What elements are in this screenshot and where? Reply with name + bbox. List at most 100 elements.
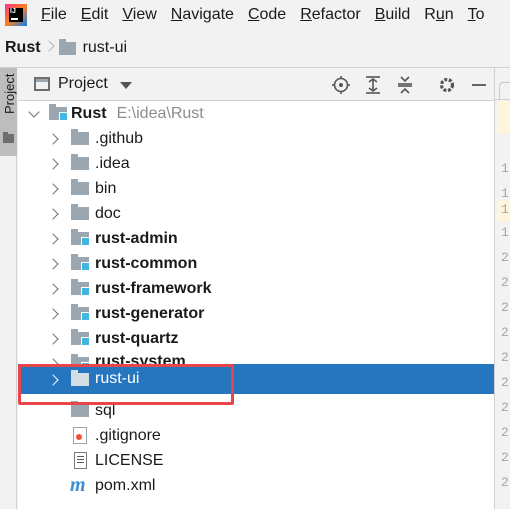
line-number: 2 xyxy=(501,300,509,315)
tree-item-doc[interactable]: doc xyxy=(18,201,494,226)
folder-icon xyxy=(71,179,89,195)
maven-icon: m xyxy=(70,474,86,496)
module-folder-icon xyxy=(71,329,90,346)
menu-tools[interactable]: To xyxy=(468,6,485,24)
tree-item-idea[interactable]: .idea xyxy=(18,151,494,176)
line-number: 2 xyxy=(501,475,509,490)
menu-view[interactable]: View xyxy=(122,6,156,24)
tree-item-pom[interactable]: m pom.xml xyxy=(18,473,494,498)
expand-all-icon[interactable] xyxy=(363,75,383,95)
path-hint: E:\idea\Rust xyxy=(116,104,204,122)
tree-item-github[interactable]: .github xyxy=(18,126,494,151)
module-folder-icon xyxy=(49,104,68,121)
module-folder-icon xyxy=(71,254,90,271)
menu-refactor[interactable]: Refactor xyxy=(300,6,360,24)
folder-icon xyxy=(71,204,89,220)
tree-item-rust-admin[interactable]: rust-admin xyxy=(18,226,494,251)
project-tool-tab-label: Project xyxy=(2,74,17,115)
chevron-right-icon xyxy=(45,39,53,57)
menu-code[interactable]: Code xyxy=(248,6,286,24)
editor-gutter: 1 1 1 1 2 2 2 2 2 2 2 2 2 2 xyxy=(495,68,510,509)
tree-item-label: rust-common xyxy=(95,254,198,272)
chevron-down-icon[interactable] xyxy=(29,109,38,118)
tree-item-label: bin xyxy=(95,179,117,197)
locate-icon[interactable] xyxy=(331,75,351,95)
line-number: 2 xyxy=(501,350,509,365)
tree-item-bin[interactable]: bin xyxy=(18,176,494,201)
tree-item-label: rust-quartz xyxy=(95,329,179,347)
folder-icon xyxy=(71,154,89,170)
folder-icon xyxy=(71,129,89,145)
chevron-right-icon[interactable] xyxy=(49,184,58,193)
tree-item-rust-framework[interactable]: rust-framework xyxy=(18,276,494,301)
breadcrumb-current[interactable]: rust-ui xyxy=(83,39,127,57)
annotation-highlight-box xyxy=(18,364,234,405)
tree-item-license[interactable]: LICENSE xyxy=(18,448,494,473)
tree-item-label: rust-system xyxy=(95,353,186,364)
line-number: 2 xyxy=(501,375,509,390)
tree-item-label: Rust E:\idea\Rust xyxy=(71,104,204,122)
intellij-logo-icon: IJ xyxy=(5,3,27,26)
module-folder-icon xyxy=(71,304,90,321)
chevron-right-icon[interactable] xyxy=(49,334,58,343)
tree-item-rust[interactable]: Rust E:\idea\Rust xyxy=(18,101,494,126)
line-number: 1 xyxy=(501,225,509,240)
chevron-right-icon[interactable] xyxy=(49,259,58,268)
chevron-right-icon[interactable] xyxy=(49,209,58,218)
editor-tab-area xyxy=(495,68,510,100)
line-number: 2 xyxy=(501,450,509,465)
tree-item-gitignore[interactable]: .gitignore xyxy=(18,423,494,448)
line-number: 2 xyxy=(501,250,509,265)
left-tool-strip: Project xyxy=(0,68,17,509)
tree-item-label: pom.xml xyxy=(95,476,156,494)
text-file-icon xyxy=(74,452,87,469)
tree-item-label: LICENSE xyxy=(95,451,164,469)
project-tree: Rust E:\idea\Rust .github .idea bin doc r… xyxy=(18,101,494,509)
menu-file[interactable]: File xyxy=(41,6,67,24)
folder-icon xyxy=(71,401,89,417)
tree-item-rust-generator[interactable]: rust-generator xyxy=(18,301,494,326)
chevron-right-icon[interactable] xyxy=(49,284,58,293)
tree-item-rust-quartz[interactable]: rust-quartz xyxy=(18,326,494,351)
editor-tab[interactable] xyxy=(499,82,510,100)
collapse-all-icon[interactable] xyxy=(395,75,415,95)
tree-item-label: .idea xyxy=(95,154,130,172)
chevron-down-icon[interactable] xyxy=(119,81,132,89)
editor-warning-strip xyxy=(497,101,510,134)
tree-item-rust-common[interactable]: rust-common xyxy=(18,251,494,276)
tree-item-rust-system[interactable]: rust-system xyxy=(18,351,494,364)
menu-build[interactable]: Build xyxy=(375,6,411,24)
line-number: 2 xyxy=(501,325,509,340)
panel-title[interactable]: Project xyxy=(58,75,108,93)
tree-item-label: .gitignore xyxy=(95,426,161,444)
breadcrumb-root[interactable]: Rust xyxy=(5,39,41,57)
module-folder-icon xyxy=(71,279,90,296)
line-number: 1 xyxy=(501,186,509,201)
menu-bar: IJ File Edit View Navigate Code Refactor… xyxy=(0,0,510,29)
tree-item-label: rust-generator xyxy=(95,304,205,322)
module-folder-icon xyxy=(71,354,90,364)
tree-item-label: rust-framework xyxy=(95,279,212,297)
module-folder-icon xyxy=(71,229,90,246)
tree-item-label: rust-admin xyxy=(95,229,178,247)
chevron-right-icon[interactable] xyxy=(49,134,58,143)
git-file-icon xyxy=(73,427,87,444)
tree-item-label: .github xyxy=(95,129,144,147)
breadcrumb: Rust rust-ui xyxy=(0,33,127,63)
project-tool-tab[interactable]: Project xyxy=(0,68,17,156)
project-panel: Project Rust E:\idea\Rust .github .idea … xyxy=(18,68,494,509)
chevron-right-icon[interactable] xyxy=(49,234,58,243)
project-view-icon xyxy=(34,77,50,91)
chevron-right-icon[interactable] xyxy=(49,159,58,168)
hide-panel-icon[interactable] xyxy=(469,75,489,95)
menu-run[interactable]: Run xyxy=(424,6,453,24)
line-number: 2 xyxy=(501,425,509,440)
line-number: 2 xyxy=(501,400,509,415)
gear-icon[interactable] xyxy=(437,75,457,95)
line-number: 1 xyxy=(501,202,509,217)
menu-edit[interactable]: Edit xyxy=(81,6,109,24)
chevron-right-icon[interactable] xyxy=(49,309,58,318)
line-number: 2 xyxy=(501,275,509,290)
folder-icon xyxy=(3,132,14,143)
menu-navigate[interactable]: Navigate xyxy=(171,6,234,24)
